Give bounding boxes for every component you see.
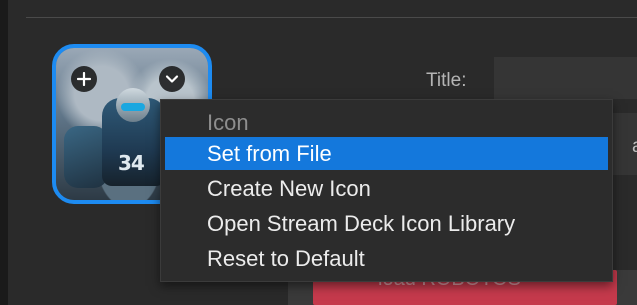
menu-item-open-icon-library[interactable]: Open Stream Deck Icon Library [165, 207, 608, 240]
property-inspector: Title: a load ROBOTOS 34 Icon Set from F… [0, 0, 637, 305]
robot-chest-number: 34 [118, 151, 145, 175]
menu-header: Icon [207, 110, 249, 135]
menu-item-create-new-icon[interactable]: Create New Icon [165, 172, 608, 205]
robot-visor [121, 103, 145, 111]
plus-icon [77, 72, 91, 86]
menu-item-reset-to-default[interactable]: Reset to Default [165, 242, 608, 275]
icon-menu-button[interactable] [159, 66, 185, 92]
top-divider [26, 17, 637, 18]
menu-item-set-from-file[interactable]: Set from File [165, 137, 608, 170]
partial-text: a [632, 136, 637, 158]
chevron-down-icon [165, 75, 179, 83]
title-input[interactable] [494, 57, 637, 99]
add-icon-button[interactable] [71, 66, 97, 92]
title-label: Title: [426, 70, 467, 91]
icon-context-menu: Icon Set from File Create New Icon Open … [160, 99, 613, 282]
